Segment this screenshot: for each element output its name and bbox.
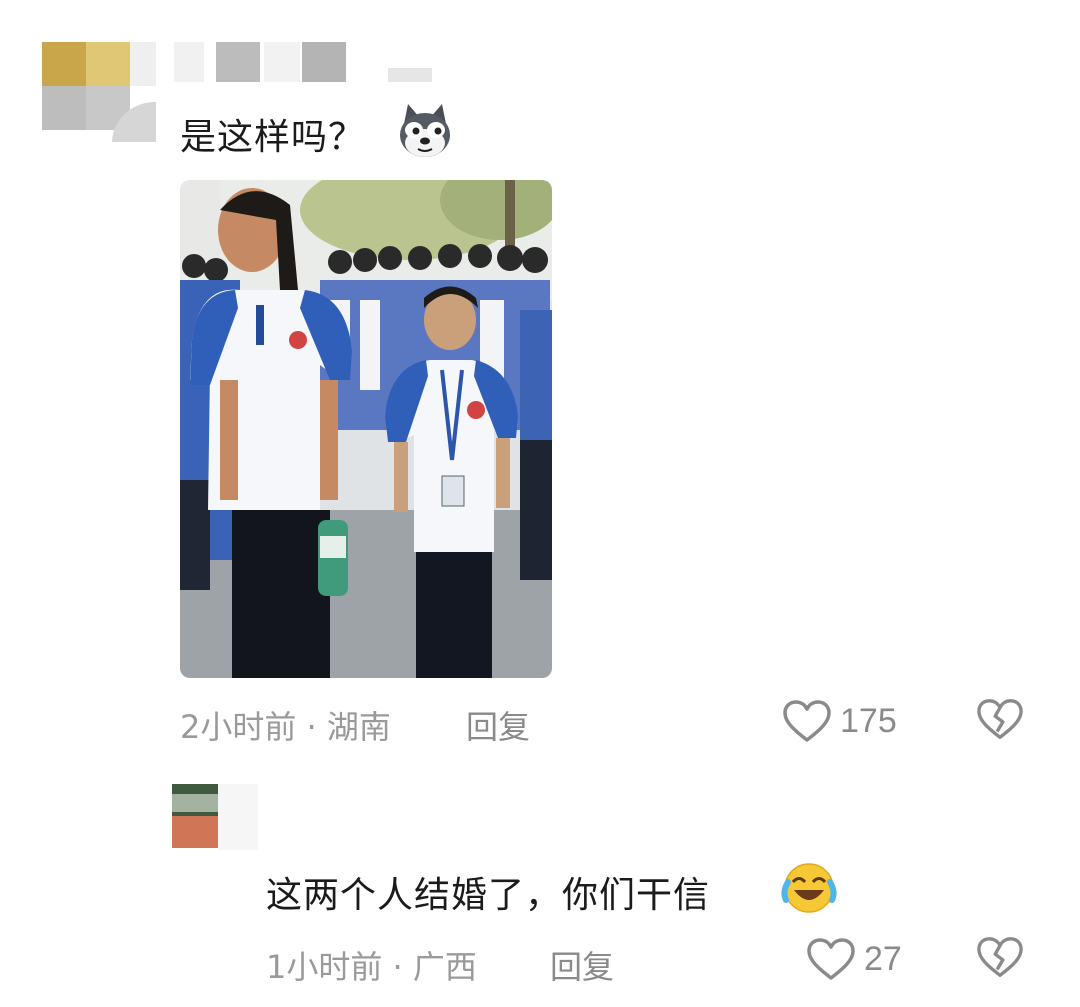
comment-image[interactable] — [180, 180, 552, 678]
like-button[interactable]: 27 — [806, 938, 916, 982]
comment-time-location: 2小时前 · 湖南 — [180, 708, 391, 746]
avatar[interactable] — [172, 784, 258, 850]
reply-button[interactable]: 回复 — [550, 942, 614, 988]
heart-icon — [782, 700, 832, 744]
username-blurred[interactable] — [174, 42, 434, 88]
dislike-broken-heart-icon[interactable] — [976, 936, 1024, 980]
dislike-broken-heart-icon[interactable] — [976, 698, 1024, 742]
avatar[interactable] — [42, 42, 156, 142]
comment-text: 是这样吗？ — [180, 117, 366, 158]
husky-dog-emoji-icon — [396, 102, 454, 160]
comment-time-location: 1小时前 · 广西 — [266, 948, 477, 986]
reply-button[interactable]: 回复 — [466, 702, 530, 748]
like-count: 27 — [864, 940, 902, 978]
like-count: 175 — [840, 702, 897, 740]
heart-icon — [806, 938, 856, 982]
laughing-crying-emoji-icon — [780, 860, 838, 914]
like-button[interactable]: 175 — [782, 700, 912, 744]
comment-text: 这两个人结婚了，你们干信 — [266, 875, 711, 916]
